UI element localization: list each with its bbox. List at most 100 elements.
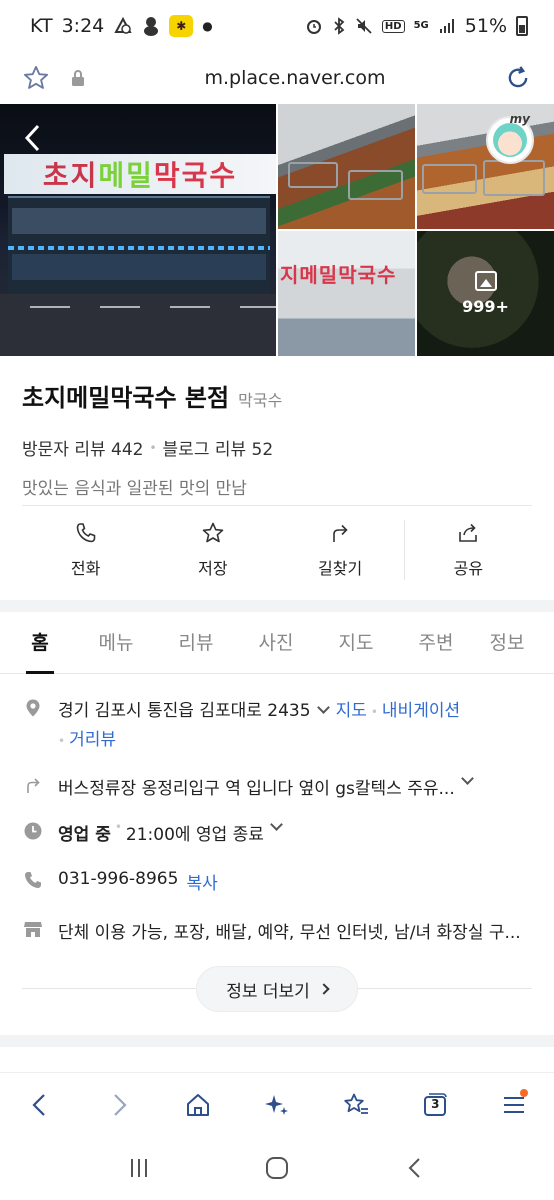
tab-map[interactable]: 지도 <box>316 612 396 674</box>
navigation-link[interactable]: 내비게이션 <box>382 701 460 721</box>
photo-sign-part: 메밀 <box>98 159 154 192</box>
phone-row: 031-996-8965 복사 <box>22 869 532 894</box>
route-arrow-icon <box>22 774 44 796</box>
amenities-row[interactable]: 단체 이용 가능, 포장, 배달, 예약, 무선 인터넷, 남/녀 화장실 구.… <box>22 918 532 943</box>
photo-sign-part: 초지 <box>42 159 99 192</box>
photo-count: 999+ <box>462 297 509 316</box>
photo-building-row <box>12 208 266 234</box>
status-bar: KT 3:24 ✱ ● HD 5G 51% <box>0 0 554 52</box>
call-label: 전화 <box>70 559 101 578</box>
recent-apps-button[interactable] <box>109 1144 169 1192</box>
more-notifications-dot: ● <box>202 19 213 33</box>
visitor-review-link[interactable]: 방문자 리뷰 442 <box>22 435 143 460</box>
more-info-button[interactable]: 정보 더보기 <box>196 966 358 1012</box>
recents-icon <box>131 1159 147 1177</box>
hours-row[interactable]: 영업 중 • 21:00에 영업 종료 <box>22 818 532 845</box>
address-row: 경기 김포시 통진읍 김포대로 2435 지도 • 내비게이션 • 거리뷰 <box>22 697 532 755</box>
tab-nearby[interactable]: 주변 <box>396 612 476 674</box>
url-text[interactable]: m.place.naver.com <box>86 67 504 89</box>
clock-icon <box>22 820 44 842</box>
forward-arrow-icon <box>113 1093 127 1116</box>
save-button[interactable]: 저장 <box>149 515 276 585</box>
chevron-down-icon[interactable] <box>316 701 330 714</box>
signal-icon <box>438 17 456 35</box>
photo-building-row <box>12 254 266 280</box>
map-link[interactable]: 지도 <box>336 701 367 721</box>
bookmarks-button[interactable] <box>332 1081 380 1129</box>
bookmark-star-icon[interactable] <box>22 64 50 92</box>
open-status: 영업 중 <box>58 825 111 845</box>
location-pin-icon <box>22 697 44 719</box>
share-button[interactable]: 공유 <box>405 515 532 585</box>
divider <box>22 505 532 506</box>
avatar-my-label: my <box>509 112 530 126</box>
section-divider <box>0 1035 554 1047</box>
place-name: 초지메밀막국수 본점 <box>22 384 230 412</box>
system-home-button[interactable] <box>247 1144 307 1192</box>
tabs-button[interactable]: 3 <box>411 1081 459 1129</box>
bluetooth-icon <box>332 17 346 35</box>
photo-thumb-buffet-1[interactable] <box>278 104 415 229</box>
photo-thumb-storefront[interactable]: 지메밀막국수 <box>278 231 415 356</box>
separator-dot: • <box>58 734 66 748</box>
photo-parking-lot <box>0 294 276 356</box>
tab-count: 3 <box>431 1096 440 1111</box>
directions-icon <box>333 524 348 542</box>
network-5g-icon: 5G <box>414 21 429 31</box>
browser-url-bar: m.place.naver.com <box>0 52 554 104</box>
photo-tray <box>483 160 545 196</box>
tab-home[interactable]: 홈 <box>16 612 64 674</box>
tab-info[interactable]: 정보 <box>476 612 538 674</box>
place-title-row: 초지메밀막국수 본점 막국수 <box>22 378 542 413</box>
ai-assistant-button[interactable] <box>253 1081 301 1129</box>
browser-menu-button[interactable] <box>490 1081 538 1129</box>
directions-button[interactable]: 길찾기 <box>277 515 404 585</box>
separator-dot: • <box>149 440 157 455</box>
back-button[interactable] <box>18 120 48 156</box>
network-label: 5G <box>413 20 429 31</box>
browser-back-button[interactable] <box>16 1081 64 1129</box>
phone-number[interactable]: 031-996-8965 <box>58 869 178 889</box>
battery-icon <box>516 16 528 36</box>
mute-icon <box>355 17 373 35</box>
directions-row[interactable]: 버스정류장 옹정리입구 역 입니다 옆이 gs칼텍스 주유... <box>22 772 532 799</box>
photo-lights <box>8 246 270 250</box>
call-button[interactable]: 전화 <box>22 515 149 585</box>
lock-icon <box>70 69 86 87</box>
address-text: 경기 김포시 통진읍 김포대로 2435 <box>58 701 311 721</box>
review-counts: 방문자 리뷰 442 • 블로그 리뷰 52 <box>22 435 542 460</box>
carrier-label: KT <box>30 15 53 37</box>
status-right: HD 5G 51% <box>305 15 528 37</box>
photo-thumb-buffet-2[interactable] <box>417 104 554 229</box>
distance-view-link[interactable]: 거리뷰 <box>69 730 116 750</box>
main-photo[interactable]: 초지 메밀 막국수 <box>0 104 276 356</box>
chevron-right-icon <box>318 983 330 995</box>
copy-link[interactable]: 복사 <box>186 869 217 894</box>
clock: 3:24 <box>61 15 105 37</box>
browser-home-button[interactable] <box>174 1081 222 1129</box>
image-icon <box>474 271 497 291</box>
notification-dot <box>520 1088 529 1097</box>
photo-tray <box>288 162 338 188</box>
system-back-button[interactable] <box>385 1144 445 1192</box>
chevron-down-icon[interactable] <box>270 818 283 831</box>
photo-tray <box>348 170 403 200</box>
tab-photos[interactable]: 사진 <box>236 612 316 674</box>
chevron-down-icon[interactable] <box>460 772 474 785</box>
browser-forward-button[interactable] <box>95 1081 143 1129</box>
share-label: 공유 <box>453 559 484 578</box>
mascot-icon <box>142 16 160 36</box>
blog-review-link[interactable]: 블로그 리뷰 52 <box>163 435 274 460</box>
home-icon <box>186 1093 209 1116</box>
tab-reviews[interactable]: 리뷰 <box>156 612 236 674</box>
more-photos-overlay[interactable]: 999+ <box>417 231 554 356</box>
photo-tray <box>422 164 477 194</box>
star-icon <box>202 522 224 543</box>
address-content: 경기 김포시 통진읍 김포대로 2435 지도 • 내비게이션 • 거리뷰 <box>58 697 460 755</box>
my-profile-avatar[interactable]: my <box>486 112 534 164</box>
separator-dot: • <box>114 820 122 834</box>
more-info-label: 정보 더보기 <box>226 981 310 1002</box>
reload-icon[interactable] <box>504 64 532 92</box>
tab-menu[interactable]: 메뉴 <box>76 612 156 674</box>
action-bar: 전화 저장 길찾기 공유 <box>22 515 532 585</box>
